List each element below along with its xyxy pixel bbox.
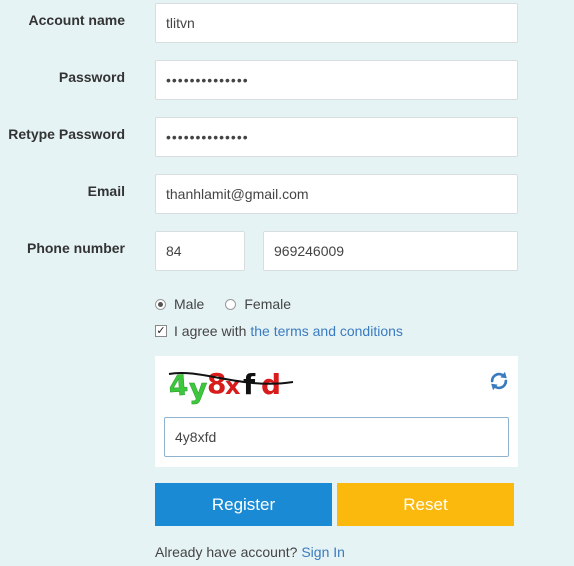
- phone-number-input[interactable]: [263, 231, 518, 271]
- svg-text:y: y: [189, 372, 207, 405]
- svg-text:f: f: [243, 368, 256, 401]
- account-name-input[interactable]: [155, 3, 518, 43]
- gender-group: Male Female: [155, 296, 291, 312]
- male-radio[interactable]: [155, 298, 166, 310]
- captcha-input[interactable]: [164, 417, 509, 457]
- signin-link[interactable]: Sign In: [301, 544, 345, 560]
- signin-prompt: Already have account?: [155, 544, 298, 560]
- email-label: Email: [87, 183, 125, 199]
- password-label: Password: [58, 69, 125, 85]
- captcha-image: 4 y 8 x f d: [167, 367, 294, 405]
- svg-text:x: x: [225, 372, 241, 400]
- retype-password-input[interactable]: [155, 117, 518, 157]
- phone-label: Phone number: [26, 240, 125, 256]
- reset-button[interactable]: Reset: [337, 483, 514, 526]
- password-input[interactable]: [155, 60, 518, 100]
- register-button[interactable]: Register: [155, 483, 332, 526]
- male-label[interactable]: Male: [174, 296, 204, 312]
- female-radio[interactable]: [225, 298, 237, 310]
- retype-password-label: Retype Password: [8, 126, 125, 142]
- refresh-icon[interactable]: [488, 370, 510, 397]
- email-input[interactable]: [155, 174, 518, 214]
- signin-row: Already have account? Sign In: [155, 544, 345, 560]
- female-label[interactable]: Female: [244, 296, 291, 312]
- terms-link[interactable]: the terms and conditions: [250, 323, 403, 339]
- captcha-panel: 4 y 8 x f d: [155, 356, 518, 467]
- agree-row: ✓ I agree with the terms and conditions: [155, 323, 403, 339]
- agree-checkbox[interactable]: ✓: [155, 325, 167, 337]
- svg-text:8: 8: [207, 367, 226, 400]
- account-name-label: Account name: [28, 12, 125, 28]
- phone-country-code-input[interactable]: [155, 231, 245, 271]
- agree-text: I agree with: [174, 323, 247, 339]
